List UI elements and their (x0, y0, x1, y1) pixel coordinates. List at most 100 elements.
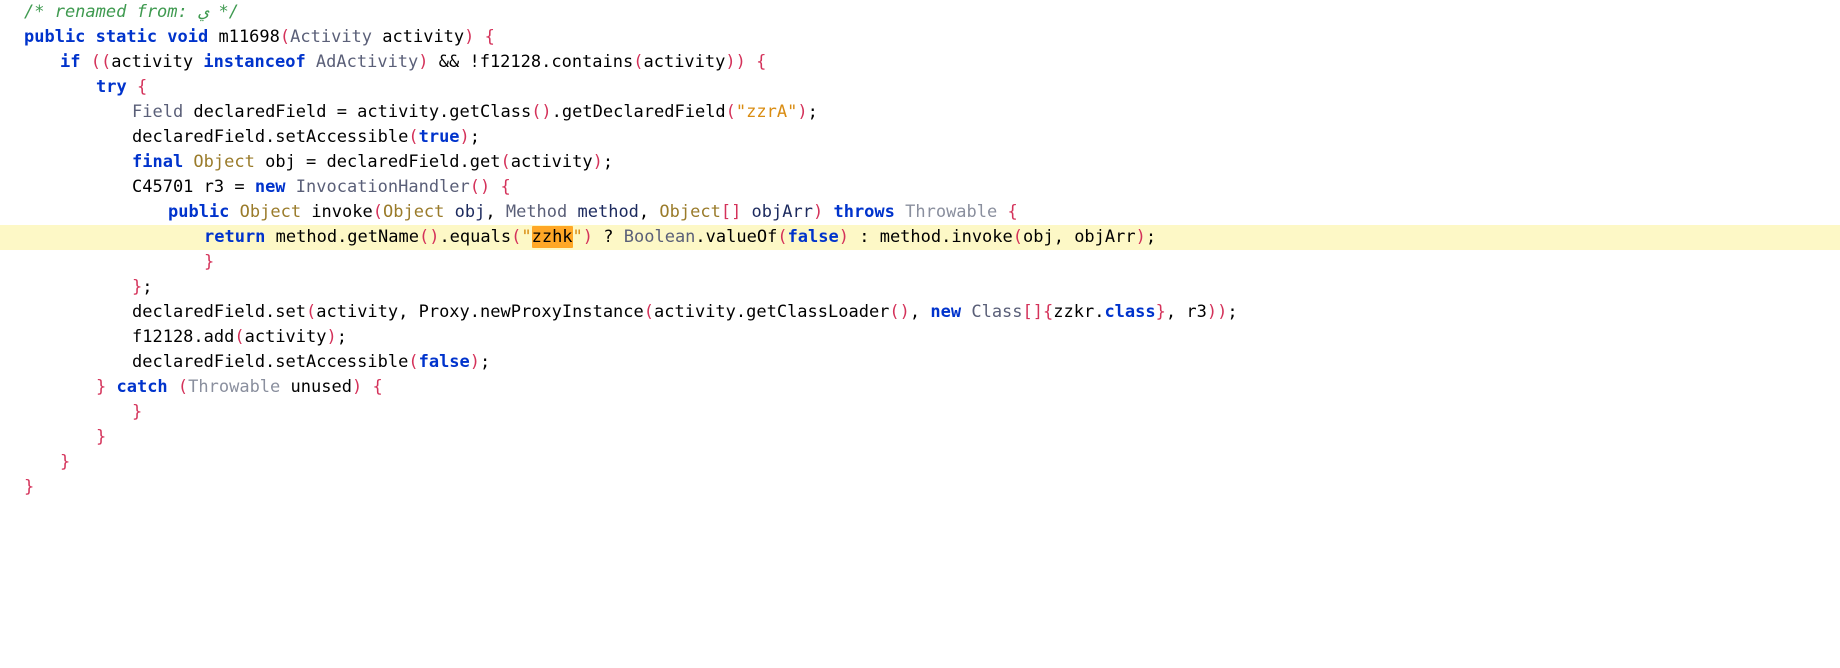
code-token: , r3 (1165, 302, 1207, 322)
code-token: f12128.add (132, 327, 235, 347)
code-token: class (1104, 302, 1156, 322)
code-token: Class (971, 302, 1023, 322)
code-token: AdActivity (315, 52, 419, 72)
code-token: } (96, 377, 117, 397)
code-token: .equals (439, 227, 512, 247)
code-token: ; (807, 102, 818, 122)
code-token: false (787, 227, 839, 247)
code-token: activity (111, 52, 204, 72)
code-token: } (1155, 302, 1166, 322)
code-token: return (204, 227, 276, 247)
code-token: } (204, 252, 215, 272)
code-token: Object (239, 202, 302, 222)
code-token: new (930, 302, 972, 322)
code-token: () (469, 177, 491, 197)
code-token: && !f12128.contains (428, 52, 634, 72)
code-line[interactable]: public static void m11698(Activity activ… (0, 25, 1840, 50)
code-line[interactable]: /* renamed from: ي */ (0, 0, 1840, 25)
code-token: )) (725, 52, 746, 72)
code-token: } (132, 402, 143, 422)
code-token: Object (382, 202, 445, 222)
code-token: true (418, 127, 460, 147)
code-token: ) (469, 352, 481, 372)
code-token: new (254, 177, 296, 197)
code-token: Boolean (623, 227, 696, 247)
code-token: , (485, 202, 506, 222)
code-token: obj, objArr (1023, 227, 1136, 247)
code-token: ; (469, 127, 481, 147)
code-token: Object (193, 152, 255, 172)
search-match-token[interactable]: zzhk (531, 226, 573, 248)
code-token: " (521, 227, 532, 247)
code-line[interactable]: }; (0, 275, 1840, 300)
code-token: Field (132, 102, 184, 122)
code-token: , (909, 302, 931, 322)
code-token: ? (593, 227, 624, 247)
code-token: ( (177, 377, 189, 397)
code-line[interactable]: } (0, 475, 1840, 500)
code-line[interactable]: C45701 r3 = new InvocationHandler() { (0, 175, 1840, 200)
code-token: objArr (741, 202, 813, 222)
code-token: ( (306, 302, 317, 322)
code-token: ) (592, 152, 603, 172)
code-line[interactable]: } (0, 250, 1840, 275)
code-token: () (531, 102, 552, 122)
code-token: } (132, 277, 143, 297)
code-line[interactable]: public Object invoke(Object obj, Method … (0, 200, 1840, 225)
code-token: Method (505, 202, 568, 222)
code-line[interactable]: } catch (Throwable unused) { (0, 375, 1840, 400)
code-token: activity.getClassLoader (654, 302, 890, 322)
code-line[interactable]: Field declaredField = activity.getClass(… (0, 100, 1840, 125)
code-line[interactable]: } (0, 425, 1840, 450)
code-token: activity, Proxy.newProxyInstance (316, 302, 644, 322)
code-line[interactable]: final Object obj = declaredField.get(act… (0, 150, 1840, 175)
code-token: InvocationHandler (295, 177, 470, 197)
code-token: ) (326, 327, 337, 347)
code-token: zzkr. (1053, 302, 1105, 322)
code-line-highlighted[interactable]: return method.getName().equals("zzhk") ?… (0, 225, 1840, 250)
code-line[interactable]: } (0, 400, 1840, 425)
code-token: ( (511, 227, 522, 247)
code-token: ) (812, 202, 824, 222)
code-token: () (418, 227, 440, 247)
code-token: activity (510, 152, 593, 172)
code-token: ) (1135, 227, 1146, 247)
code-token: ; (1145, 227, 1157, 247)
code-token: ( (633, 52, 644, 72)
code-token: ) (838, 227, 849, 247)
code-token: throws (833, 202, 906, 222)
code-viewer[interactable]: /* renamed from: ي */ public static void … (0, 0, 1840, 668)
code-line[interactable]: declaredField.setAccessible(true); (0, 125, 1840, 150)
code-token: [] (720, 202, 742, 222)
code-token: Object (659, 202, 721, 222)
code-token: { (1007, 202, 1018, 222)
code-token: Activity (290, 27, 373, 47)
code-token: obj (444, 202, 486, 222)
code-token: final (132, 152, 194, 172)
code-line[interactable]: } (0, 450, 1840, 475)
code-line[interactable]: f12128.add(activity); (0, 325, 1840, 350)
code-line[interactable]: declaredField.setAccessible(false); (0, 350, 1840, 375)
code-token: ; (602, 152, 614, 172)
code-token: ( (279, 27, 291, 47)
code-token: , (638, 202, 660, 222)
code-token: { (372, 377, 383, 397)
code-line[interactable]: try { (0, 75, 1840, 100)
code-token: declaredField.set (132, 302, 306, 322)
code-token: ( (725, 102, 736, 122)
code-token: obj = declaredField.get (254, 152, 501, 172)
code-token: if (60, 52, 91, 72)
code-token: () (889, 302, 910, 322)
code-token: ( (234, 327, 245, 347)
code-token: { (484, 27, 495, 47)
code-line[interactable]: if ((activity instanceof AdActivity) && … (0, 50, 1840, 75)
code-token: declaredField.setAccessible (132, 127, 409, 147)
code-token: ) (797, 102, 808, 122)
code-line[interactable]: declaredField.set(activity, Proxy.newPro… (0, 300, 1840, 325)
code-token: instanceof (203, 52, 316, 72)
